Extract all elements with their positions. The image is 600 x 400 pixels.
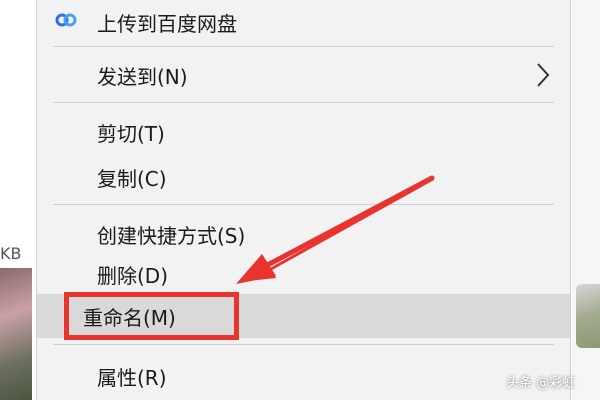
menu-item-send-to[interactable]: 发送到(N)	[37, 52, 570, 98]
menu-item-label: 复制(C)	[97, 166, 167, 191]
file-size-text: KB	[0, 244, 22, 263]
menu-item-label: 删除(D)	[97, 263, 169, 288]
watermark-text: 头条 @彩虹	[506, 376, 576, 391]
menu-item-create-shortcut[interactable]: 创建快捷方式(S)	[37, 212, 570, 256]
menu-separator	[53, 102, 554, 103]
menu-item-delete[interactable]: 删除(D)	[37, 254, 570, 294]
baidu-netdisk-icon	[55, 13, 77, 27]
menu-separator	[53, 344, 554, 345]
menu-item-label: 上传到百度网盘	[97, 11, 237, 36]
file-thumbnail-left	[0, 268, 32, 400]
menu-item-label: 属性(R)	[97, 365, 167, 390]
menu-separator	[53, 46, 554, 47]
menu-item-label: 发送到(N)	[97, 64, 188, 89]
context-menu: 上传到百度网盘 发送到(N) 剪切(T) 复制(C) 创建快捷方式(S) 删除(…	[36, 0, 571, 400]
menu-item-properties[interactable]: 属性(R)	[37, 354, 570, 398]
chevron-right-icon	[537, 63, 550, 87]
menu-item-label: 创建快捷方式(S)	[97, 223, 246, 248]
file-thumbnail-right	[576, 284, 600, 348]
menu-item-upload-baidu[interactable]: 上传到百度网盘	[37, 0, 570, 44]
menu-item-cut[interactable]: 剪切(T)	[37, 110, 570, 154]
menu-item-label: 剪切(T)	[97, 121, 165, 146]
menu-item-copy[interactable]: 复制(C)	[37, 154, 570, 200]
annotation-highlight-box	[64, 292, 239, 340]
menu-separator	[53, 204, 554, 205]
